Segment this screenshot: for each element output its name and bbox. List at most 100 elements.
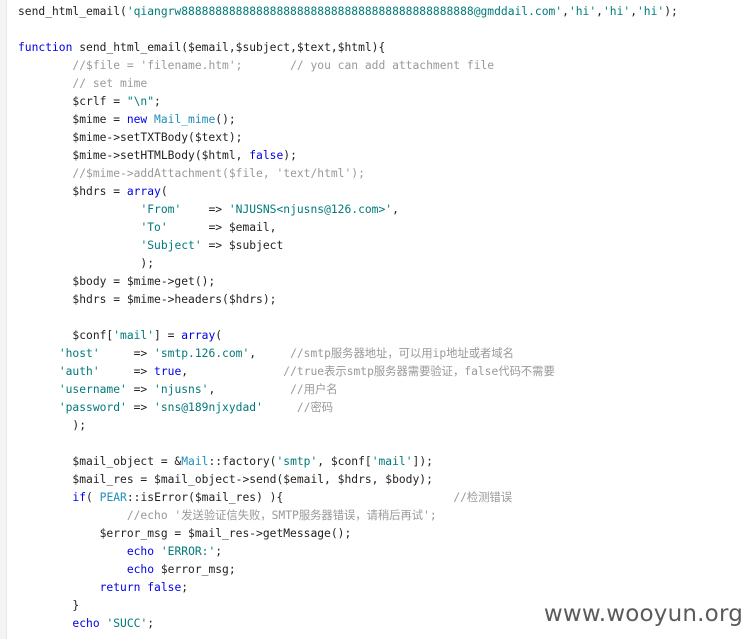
code-token: => bbox=[99, 347, 155, 360]
code-token: ] = bbox=[154, 329, 182, 342]
code-line: return false; bbox=[18, 579, 753, 597]
code-token: $error_msg = $mail_res->getMessage(); bbox=[18, 527, 352, 540]
code-token: 'auth' bbox=[58, 365, 100, 378]
code-token: $conf[ bbox=[18, 329, 114, 342]
code-token: //smtp服务器地址，可以用ip地址或者域名 bbox=[290, 347, 514, 360]
code-token: (); bbox=[215, 113, 236, 126]
code-token: 'sns@189njxydad' bbox=[154, 401, 263, 414]
code-token: //$mime->addAttachment($file, 'text/html… bbox=[72, 167, 365, 180]
code-token: $hdrs = bbox=[18, 185, 127, 198]
code-token: //true表示smtp服务器需要验证，false代码不需要 bbox=[283, 365, 555, 378]
code-line: $error_msg = $mail_res->getMessage(); bbox=[18, 525, 753, 543]
code-token: $crlf = bbox=[18, 95, 127, 108]
code-token: Mail_mime bbox=[154, 113, 216, 126]
code-line: echo $error_msg; bbox=[18, 561, 753, 579]
code-token: 'hi' bbox=[568, 5, 597, 18]
code-token: ); bbox=[664, 5, 678, 18]
code-token: ( bbox=[86, 491, 100, 504]
code-line: //$file = 'filename.htm'; // you can add… bbox=[18, 57, 753, 75]
code-token: new bbox=[126, 113, 148, 126]
code-token: //用户名 bbox=[290, 383, 338, 396]
code-token: ( bbox=[215, 329, 223, 342]
code-token: //检测错误 bbox=[453, 491, 513, 504]
code-token: ); bbox=[18, 419, 87, 432]
code-token: , bbox=[249, 347, 291, 360]
code-token: 'mail' bbox=[371, 455, 413, 468]
code-token: , bbox=[208, 383, 291, 396]
code-token: echo bbox=[126, 545, 155, 558]
code-token: , bbox=[181, 365, 284, 378]
code-token: true bbox=[154, 365, 182, 378]
code-token: ::isError($mail_res) ){ bbox=[126, 491, 454, 504]
code-token: // set mime bbox=[72, 77, 148, 90]
code-token: ); bbox=[283, 149, 297, 162]
code-token: false bbox=[249, 149, 284, 162]
wooyun-watermark: www.wooyun.org bbox=[543, 601, 743, 627]
code-token: //echo '发送验证信失败，SMTP服务器错误，请稍后再试'; bbox=[126, 509, 437, 522]
code-token: => $email, bbox=[167, 221, 277, 234]
code-token: ; bbox=[147, 617, 155, 630]
code-token: 'To' bbox=[140, 221, 168, 234]
code-line: function send_html_email($email,$subject… bbox=[18, 39, 753, 57]
code-line: 'To' => $email, bbox=[18, 219, 753, 237]
code-block[interactable]: send_html_email('qiangrw8888888888888888… bbox=[18, 3, 753, 633]
code-token: => bbox=[99, 365, 155, 378]
code-token: function bbox=[18, 41, 73, 54]
editor-gutter bbox=[0, 0, 7, 639]
code-token: 'ERROR:' bbox=[160, 545, 216, 558]
code-token: ; bbox=[154, 95, 161, 108]
code-token: $mail_res = $mail_object->send($email, $… bbox=[18, 473, 433, 486]
code-token: ; bbox=[215, 545, 223, 558]
code-token: $mime->setHTMLBody($html, bbox=[18, 149, 250, 162]
code-line: 'username' => 'njusns', //用户名 bbox=[18, 381, 753, 399]
code-line: $mail_res = $mail_object->send($email, $… bbox=[18, 471, 753, 489]
code-token: $mime->setTXTBody($text); bbox=[18, 131, 243, 144]
code-line: ); bbox=[18, 255, 753, 273]
code-line: //echo '发送验证信失败，SMTP服务器错误，请稍后再试'; bbox=[18, 507, 753, 525]
code-token: 'From' bbox=[140, 203, 182, 216]
code-token: 'password' bbox=[58, 401, 127, 414]
code-token: 'SUCC' bbox=[106, 617, 148, 630]
code-line: 'Subject' => $subject bbox=[18, 237, 753, 255]
code-token: 'njusns' bbox=[154, 383, 209, 396]
code-token: 'mail' bbox=[113, 329, 155, 342]
code-token: send_html_email($email,$subject,$text,$h… bbox=[72, 41, 386, 54]
code-token: if bbox=[72, 491, 87, 504]
code-viewer[interactable]: send_html_email('qiangrw8888888888888888… bbox=[0, 0, 753, 639]
code-token: , bbox=[562, 5, 569, 18]
code-token: 'Subject' bbox=[140, 239, 202, 252]
code-token: PEAR bbox=[99, 491, 127, 504]
code-line: $mime->setHTMLBody($html, false); bbox=[18, 147, 753, 165]
code-token: false bbox=[147, 581, 182, 594]
code-token: 'smtp.126.com' bbox=[154, 347, 250, 360]
code-token: 'smtp' bbox=[276, 455, 318, 468]
code-token: => bbox=[126, 383, 155, 396]
code-token: ; bbox=[181, 581, 189, 594]
code-line: ); bbox=[18, 417, 753, 435]
code-token: return bbox=[99, 581, 141, 594]
code-token: 'username' bbox=[58, 383, 127, 396]
code-token: 'host' bbox=[58, 347, 100, 360]
code-line: $crlf = "\n"; bbox=[18, 93, 753, 111]
code-token: echo bbox=[72, 617, 100, 630]
code-token: 'NJUSNS<njusns@126.com>' bbox=[228, 203, 393, 216]
code-token: ]); bbox=[412, 455, 433, 468]
code-line: 'host' => 'smtp.126.com', //smtp服务器地址，可以… bbox=[18, 345, 753, 363]
code-token: $mail_object = & bbox=[18, 455, 182, 468]
code-token: //$file = 'filename.htm'; // you can add… bbox=[72, 59, 495, 72]
code-line: send_html_email('qiangrw8888888888888888… bbox=[18, 3, 753, 21]
code-line: //$mime->addAttachment($file, 'text/html… bbox=[18, 165, 753, 183]
code-line: $mail_object = &Mail::factory('smtp', $c… bbox=[18, 453, 753, 471]
